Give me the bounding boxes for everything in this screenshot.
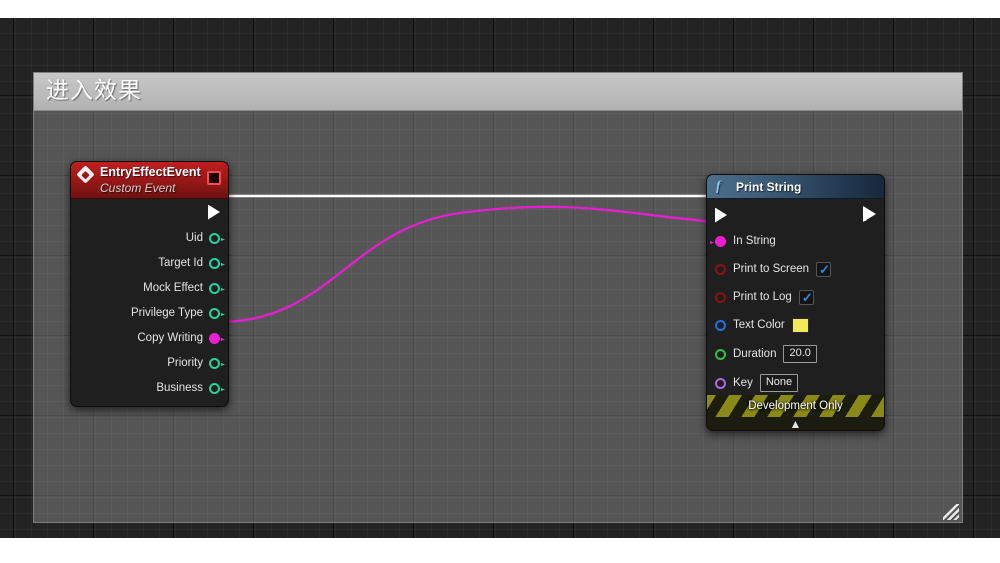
pin-label: Business <box>156 382 203 394</box>
pin-label: Print to Screen <box>733 263 810 275</box>
pin-circle-icon[interactable] <box>715 291 726 303</box>
comment-box-header[interactable]: 进入效果 <box>34 73 962 111</box>
node-entry-effect-event[interactable]: EntryEffectEvent Custom Event Uid Target… <box>70 161 229 407</box>
event-node-body: Uid Target Id Mock Effect Privilege Type… <box>71 199 228 406</box>
event-pin-mock-effect[interactable]: Mock Effect <box>143 280 228 296</box>
function-f-icon: f <box>716 178 721 194</box>
pin-label: Priority <box>167 357 203 369</box>
fn-pin-key[interactable]: Key None <box>707 374 799 392</box>
chevron-up-icon[interactable]: ▲ <box>790 418 802 430</box>
pin-circle-icon[interactable] <box>715 235 726 247</box>
event-node-header[interactable]: EntryEffectEvent Custom Event <box>71 162 228 199</box>
pin-circle-icon[interactable] <box>209 257 220 269</box>
fn-pin-print-to-screen[interactable]: Print to Screen ✓ <box>707 261 832 277</box>
fn-pin-in-string[interactable]: In String <box>707 233 776 249</box>
key-input[interactable]: None <box>759 374 799 392</box>
event-diamond-icon <box>76 165 95 184</box>
exec-in-triangle-icon[interactable] <box>715 207 727 223</box>
blueprint-editor-screenshot: 进入效果 EntryEffectEvent Custom Event Uid T… <box>0 0 1000 563</box>
pin-label: In String <box>733 235 776 247</box>
function-node-header[interactable]: f Print String <box>707 175 884 199</box>
event-node-title: EntryEffectEvent <box>100 165 201 179</box>
fn-pin-text-color[interactable]: Text Color <box>707 317 809 333</box>
duration-input[interactable]: 20.0 <box>783 345 817 363</box>
pin-circle-icon[interactable] <box>209 357 220 369</box>
function-node-title: Print String <box>736 179 802 194</box>
function-node-body: In String Print to Screen ✓ Print to Log… <box>707 199 884 395</box>
pin-label: Print to Log <box>733 291 792 303</box>
event-node-subtitle: Custom Event <box>100 181 176 195</box>
pin-circle-icon[interactable] <box>715 263 726 275</box>
exec-out-triangle-icon[interactable] <box>208 204 220 220</box>
development-only-label: Development Only <box>748 400 843 412</box>
pin-circle-icon[interactable] <box>209 232 220 244</box>
event-pin-privilege-type[interactable]: Privilege Type <box>131 305 228 321</box>
fn-pin-duration[interactable]: Duration 20.0 <box>707 345 817 363</box>
pin-circle-icon[interactable] <box>715 348 726 360</box>
check-icon: ✓ <box>801 289 813 305</box>
event-pin-copy-writing[interactable]: Copy Writing <box>137 330 228 346</box>
pin-label: Key <box>733 377 753 389</box>
development-only-footer[interactable]: Development Only ▲ <box>707 395 884 430</box>
pin-label: Copy Writing <box>137 332 203 344</box>
pin-label: Target Id <box>158 257 203 269</box>
pin-circle-icon[interactable] <box>209 332 220 344</box>
event-pin-priority[interactable]: Priority <box>167 355 228 371</box>
pin-label: Text Color <box>733 319 785 331</box>
event-pin-uid[interactable]: Uid <box>186 230 228 246</box>
pin-circle-icon[interactable] <box>209 307 220 319</box>
pin-label: Duration <box>733 348 777 360</box>
node-print-string[interactable]: f Print String In String Print to Screen… <box>706 174 885 431</box>
print-to-log-checkbox[interactable]: ✓ <box>798 289 814 305</box>
comment-box-title: 进入效果 <box>46 78 142 104</box>
pin-circle-icon[interactable] <box>209 382 220 394</box>
pin-label: Mock Effect <box>143 282 203 294</box>
pin-circle-icon[interactable] <box>715 377 726 389</box>
text-color-swatch[interactable] <box>791 317 809 333</box>
blueprint-graph-canvas[interactable]: 进入效果 EntryEffectEvent Custom Event Uid T… <box>0 18 1000 538</box>
event-pin-target-id[interactable]: Target Id <box>158 255 228 271</box>
print-to-screen-checkbox[interactable]: ✓ <box>816 261 832 277</box>
fn-pin-print-to-log[interactable]: Print to Log ✓ <box>707 289 814 305</box>
event-pin-business[interactable]: Business <box>156 380 228 396</box>
check-icon: ✓ <box>819 261 830 277</box>
pin-label: Uid <box>185 232 203 244</box>
fn-pin-exec-out[interactable] <box>863 206 884 222</box>
pin-circle-icon[interactable] <box>209 282 220 294</box>
red-square-flag-icon[interactable] <box>207 171 221 185</box>
pin-circle-icon[interactable] <box>715 319 726 331</box>
fn-pin-exec-in[interactable] <box>707 207 727 223</box>
comment-box-resize-grip[interactable] <box>943 504 959 520</box>
event-pin-exec-out[interactable] <box>208 204 228 220</box>
pin-label: Privilege Type <box>130 307 203 319</box>
exec-out-triangle-icon[interactable] <box>863 206 876 222</box>
